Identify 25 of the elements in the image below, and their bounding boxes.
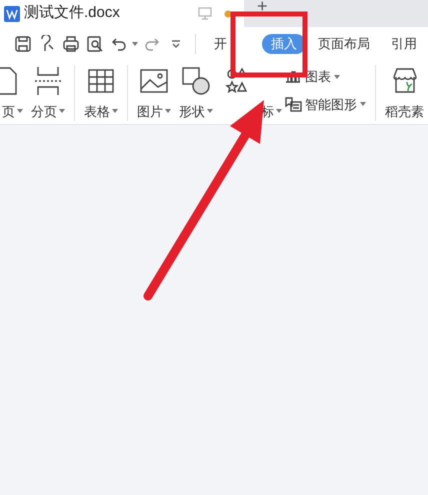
ribbon-button-label[interactable]: 分页 [31,102,57,121]
page-break-icon[interactable] [32,65,64,97]
ribbon-tab[interactable]: 开 [205,34,236,54]
caret-icon [334,74,340,79]
save-icon[interactable] [14,35,32,53]
new-tab-button[interactable]: + [257,0,268,12]
app-logo-icon [4,6,20,22]
ribbon-button-label[interactable]: 形状 [179,102,205,121]
customize-menu-icon[interactable] [170,39,180,49]
ribbon-tab[interactable]: 引用 [382,34,426,54]
caret-icon [132,42,138,46]
shape-icon[interactable] [180,65,212,97]
ribbon-tab[interactable]: 页面布局 [309,34,379,54]
ribbon-button-label[interactable]: 表格 [84,102,110,121]
status-dot-icon [224,10,232,18]
ribbon-button-label[interactable]: 页 [2,102,15,121]
monitor-icon [198,7,212,20]
print-icon[interactable] [62,35,80,53]
ribbon-button-label[interactable]: 稻壳素 [385,102,424,121]
print-preview-icon[interactable] [86,35,104,53]
window-title: 测试文件.docx [24,3,120,24]
smart-graphic-icon[interactable] [284,95,302,114]
caret-icon [360,102,366,106]
ribbon-button-label[interactable]: 图片 [137,102,163,121]
ribbon-button-label[interactable]: 智能图形 [305,94,357,114]
